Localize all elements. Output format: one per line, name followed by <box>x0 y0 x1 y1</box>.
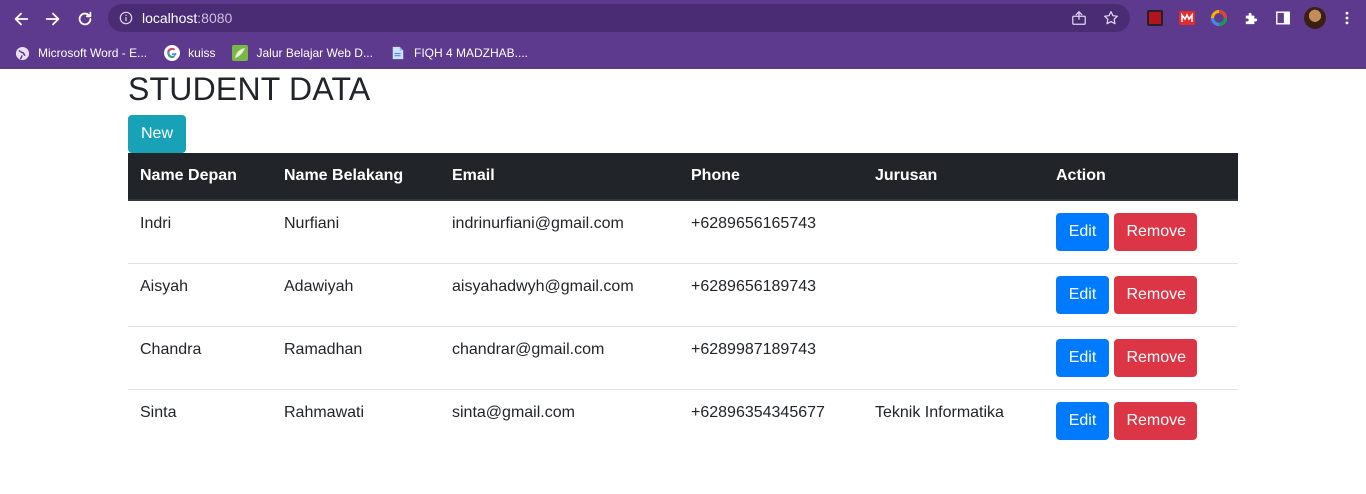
cell-phone: +62896354345677 <box>691 403 825 421</box>
table-row: Sinta Rahmawati sinta@gmail.com +6289635… <box>128 389 1238 452</box>
info-icon[interactable] <box>118 10 134 26</box>
extension-color-ring-icon[interactable] <box>1207 7 1231 29</box>
browser-toolbar: localhost:8080 <box>0 0 1366 37</box>
cell-last-name: Ramadhan <box>272 326 440 390</box>
bookmark-item[interactable]: Jalur Belajar Web D... <box>232 45 373 61</box>
side-panel-icon[interactable] <box>1271 7 1295 29</box>
back-icon[interactable] <box>9 7 33 31</box>
forward-icon[interactable] <box>41 7 65 31</box>
student-table: Name Depan Name Belakang Email Phone Jur… <box>128 153 1238 452</box>
cell-first-name: Aisyah <box>128 263 272 327</box>
cell-action: Edit Remove <box>1044 389 1238 452</box>
url-port: :8080 <box>197 10 233 26</box>
leaf-icon <box>232 45 249 61</box>
cell-first-name: Chandra <box>128 326 272 390</box>
cell-jurusan <box>863 263 1044 327</box>
cell-first-name: Sinta <box>140 403 177 421</box>
bookmark-label: kuiss <box>188 46 216 60</box>
table-row: Aisyah Adawiyah aisyahadwyh@gmail.com +6… <box>128 263 1238 327</box>
remove-button[interactable]: Remove <box>1114 401 1198 440</box>
remove-button[interactable]: Remove <box>1114 275 1198 314</box>
column-header-first-name: Name Depan <box>128 153 272 201</box>
bookmark-item[interactable]: Microsoft Word - E... <box>14 45 147 61</box>
cell-phone: +6289987189743 <box>679 326 863 390</box>
extensions-puzzle-icon[interactable] <box>1239 7 1263 29</box>
url-host: localhost <box>142 10 198 26</box>
extension-m-icon[interactable] <box>1175 7 1199 29</box>
edit-button[interactable]: Edit <box>1056 401 1109 440</box>
page-title: STUDENT DATA <box>128 71 371 107</box>
profile-avatar[interactable] <box>1303 7 1327 29</box>
cell-action: Edit Remove <box>1044 326 1238 390</box>
column-header-last-name: Name Belakang <box>272 153 440 201</box>
cell-last-name: Nurfiani <box>272 200 440 264</box>
new-button[interactable]: New <box>128 115 186 153</box>
cell-jurusan <box>863 326 1044 390</box>
bookmark-item[interactable]: FIQH 4 MADZHAB.... <box>390 45 528 61</box>
remove-button[interactable]: Remove <box>1114 338 1198 377</box>
extension-red-icon[interactable] <box>1143 7 1167 29</box>
cell-email: aisyahadwyh@gmail.com <box>440 263 679 327</box>
column-header-email: Email <box>440 153 679 201</box>
url-text: localhost:8080 <box>142 10 232 26</box>
cell-last-name: Rahmawati <box>284 403 365 421</box>
edit-button[interactable]: Edit <box>1056 338 1109 377</box>
google-icon <box>164 45 181 61</box>
cell-action: Edit Remove <box>1044 200 1238 264</box>
reload-icon[interactable] <box>73 7 97 31</box>
bookmark-label: Jalur Belajar Web D... <box>256 46 373 60</box>
cell-email: indrinurfiani@gmail.com <box>440 200 679 264</box>
menu-icon[interactable] <box>1335 7 1359 29</box>
table-row: Indri Nurfiani indrinurfiani@gmail.com +… <box>128 200 1238 264</box>
bookmark-item[interactable]: kuiss <box>164 45 215 61</box>
remove-button[interactable]: Remove <box>1114 213 1198 251</box>
cell-phone: +6289656165743 <box>679 200 863 264</box>
bookmarks-bar: Microsoft Word - E... kuiss Jalur Belaja… <box>0 37 1366 69</box>
column-header-phone: Phone <box>679 153 863 201</box>
column-header-jurusan: Jurusan <box>863 153 1044 201</box>
share-icon[interactable] <box>1070 9 1088 27</box>
bookmark-label: Microsoft Word - E... <box>38 46 148 60</box>
cell-phone: +6289656189743 <box>679 263 863 327</box>
edit-button[interactable]: Edit <box>1056 275 1109 314</box>
star-icon[interactable] <box>1102 9 1120 27</box>
cell-jurusan: Teknik Informatika <box>875 403 1004 421</box>
column-header-action: Action <box>1044 153 1238 201</box>
cell-last-name: Adawiyah <box>272 263 440 327</box>
cell-jurusan <box>863 200 1044 264</box>
document-icon <box>390 45 406 61</box>
cell-first-name: Indri <box>128 200 272 264</box>
cell-action: Edit Remove <box>1044 263 1238 327</box>
table-row: Chandra Ramadhan chandrar@gmail.com +628… <box>128 326 1238 390</box>
bookmark-label: FIQH 4 MADZHAB.... <box>413 46 528 60</box>
globe-icon <box>14 45 30 61</box>
cell-email: sinta@gmail.com <box>452 403 575 421</box>
address-bar[interactable]: localhost:8080 <box>108 4 1130 32</box>
edit-button[interactable]: Edit <box>1056 213 1109 251</box>
cell-email: chandrar@gmail.com <box>440 326 679 390</box>
table-header-row: Name Depan Name Belakang Email Phone Jur… <box>128 153 1238 201</box>
